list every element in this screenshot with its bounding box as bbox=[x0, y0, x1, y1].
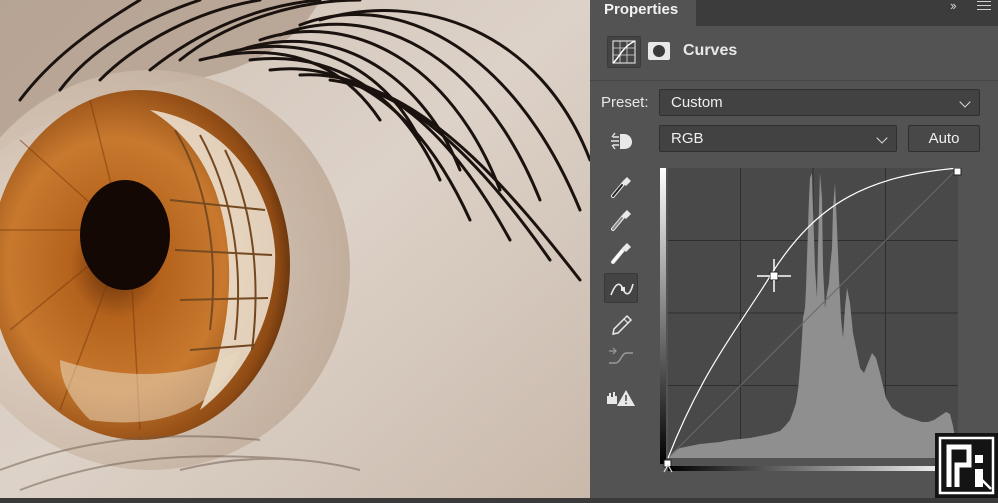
input-gradient-bar bbox=[668, 466, 958, 471]
edit-points-curve-icon[interactable] bbox=[604, 273, 638, 303]
midpoint-handle[interactable] bbox=[769, 271, 779, 281]
channel-dropdown[interactable]: RGB bbox=[659, 125, 897, 152]
tab-properties[interactable]: Properties bbox=[590, 0, 696, 26]
eye-photo bbox=[0, 0, 590, 498]
white-point-eyedropper-icon[interactable] bbox=[604, 236, 638, 266]
preset-label: Preset: bbox=[601, 94, 649, 111]
smooth-curve-icon[interactable] bbox=[604, 343, 638, 373]
panel-menu-icon[interactable] bbox=[974, 0, 994, 18]
curves-graph[interactable] bbox=[660, 167, 966, 473]
double-chevron-right-icon[interactable]: ›› bbox=[950, 0, 970, 18]
channel-value: RGB bbox=[671, 130, 704, 147]
white-point-handle[interactable] bbox=[953, 167, 962, 176]
auto-button[interactable]: Auto bbox=[908, 125, 980, 152]
preset-dropdown[interactable]: Custom bbox=[659, 89, 980, 116]
output-gradient-bar bbox=[660, 168, 666, 464]
gray-point-eyedropper-icon[interactable] bbox=[604, 203, 638, 233]
divider bbox=[590, 80, 998, 81]
panel-tab-bar: Properties ›› bbox=[590, 0, 998, 26]
curves-adjustment-icon[interactable] bbox=[607, 36, 641, 68]
draw-curve-pencil-icon[interactable] bbox=[604, 309, 638, 339]
on-image-adjustment-icon[interactable] bbox=[604, 126, 638, 156]
preset-value: Custom bbox=[671, 94, 723, 111]
panel-title: Curves bbox=[683, 42, 738, 59]
chevron-down-icon bbox=[876, 132, 888, 144]
clipping-warning-icon[interactable] bbox=[604, 382, 638, 412]
properties-panel: Properties ›› Curves Preset: Custom RGB … bbox=[590, 0, 998, 498]
black-point-eyedropper-icon[interactable] bbox=[604, 170, 638, 200]
layer-mask-icon[interactable] bbox=[648, 42, 670, 60]
chevron-down-icon bbox=[959, 96, 971, 108]
logo-badge bbox=[935, 433, 998, 498]
